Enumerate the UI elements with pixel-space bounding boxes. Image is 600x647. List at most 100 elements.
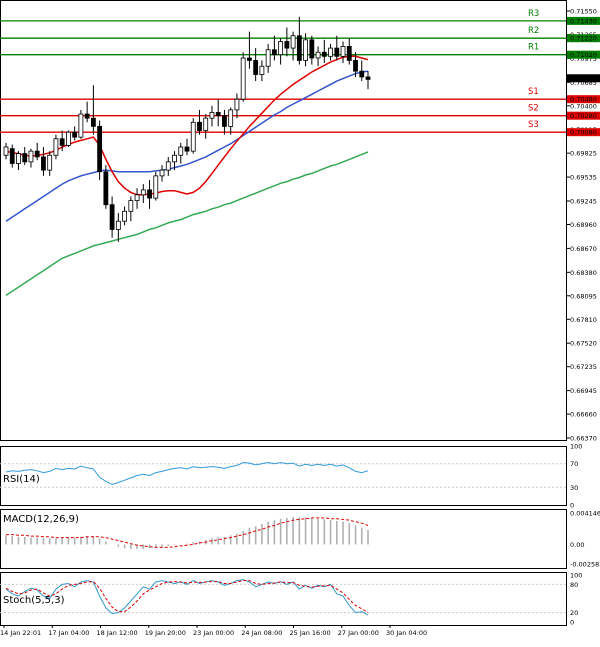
candle-body: [97, 126, 103, 173]
candle-body: [284, 41, 290, 49]
rsi-tick-label: 70: [570, 460, 578, 468]
candle-body: [265, 49, 271, 67]
candle-body: [34, 150, 40, 158]
main-panel-frame: [0, 0, 567, 441]
candle-body: [253, 60, 259, 75]
stoch-label: Stoch(5,5,3): [3, 595, 65, 606]
candle-body: [178, 146, 184, 156]
rsi-label: RSI(14): [3, 474, 40, 485]
candle-body: [328, 47, 333, 57]
candle-body: [290, 35, 296, 49]
candle-body: [53, 138, 59, 156]
candle-body: [278, 41, 284, 56]
rsi-tick-label: 0: [570, 502, 574, 510]
macd-tick-label: 0.00: [570, 541, 584, 549]
moving-average-slow: [5, 151, 369, 297]
macd-label: MACD(12,26,9): [3, 514, 79, 525]
current-price-tag: 0.70734: [570, 75, 597, 83]
candle-body: [47, 154, 53, 171]
macd-tick-label: -0.002585: [570, 561, 600, 569]
y-tick-label: 0.68960: [570, 221, 597, 229]
y-tick-label: 0.66945: [570, 387, 597, 395]
level-label-r3: R3: [528, 9, 539, 19]
level-label-s3: S3: [528, 120, 539, 130]
candle-body: [234, 98, 240, 111]
candle-body: [128, 200, 134, 212]
y-tick-label: 0.68380: [570, 269, 597, 277]
candle-body: [309, 39, 315, 59]
candle-body: [172, 154, 177, 163]
candle-body: [147, 189, 152, 199]
level-label-r2: R2: [528, 26, 539, 36]
x-tick-label: 14 Jan 22:01: [0, 629, 41, 637]
candle-body: [140, 189, 146, 196]
moving-average-fast: [5, 55, 369, 196]
forex-chart: 0.715500.712650.709750.706850.704000.701…: [0, 0, 600, 643]
candle-body: [16, 153, 21, 164]
stoch-panel-frame: [0, 572, 567, 626]
y-tick-label: 0.68095: [570, 292, 597, 300]
candle-body: [209, 111, 215, 119]
rsi-tick-label: 30: [570, 484, 578, 492]
y-tick-label: 0.67235: [570, 363, 597, 371]
candle-body: [115, 220, 121, 230]
candle-body: [84, 113, 90, 119]
x-tick-label: 23 Jan 00:00: [193, 629, 234, 637]
y-tick-label: 0.66660: [570, 411, 597, 419]
y-tick-label: 0.69825: [570, 150, 597, 158]
candle-body: [59, 138, 65, 146]
y-tick-label: 0.67810: [570, 316, 597, 324]
level-label-r1: R1: [528, 43, 539, 53]
candle-body: [247, 57, 252, 61]
candle-body: [228, 109, 234, 127]
candle-body: [103, 171, 109, 206]
candle-body: [334, 47, 340, 57]
x-tick-label: 24 Jan 08:00: [241, 629, 282, 637]
candle-body: [41, 156, 46, 171]
candle-body: [28, 150, 34, 163]
candle-body: [72, 131, 78, 138]
x-tick-label: 30 Jan 04:00: [386, 629, 427, 637]
candle-body: [109, 204, 115, 230]
candle-body: [296, 35, 302, 61]
candle-body: [165, 161, 171, 171]
chart-canvas: 0.715500.712650.709750.706850.704000.701…: [0, 0, 600, 637]
candle-body: [203, 117, 209, 131]
level-price-tag: 0.71430: [570, 17, 597, 25]
candle-body: [184, 146, 190, 152]
candle-body: [66, 131, 71, 146]
candle-body: [134, 194, 140, 201]
x-tick-label: 19 Jan 20:00: [145, 629, 186, 637]
x-tick-label: 18 Jan 12:00: [97, 629, 138, 637]
stoch-tick-label: 80: [570, 581, 578, 589]
candle-body: [321, 51, 327, 57]
candle-body: [346, 46, 352, 61]
candle-body: [215, 111, 221, 117]
macd-tick-label: 0.004146: [570, 510, 600, 518]
y-tick-label: 0.71550: [570, 8, 597, 16]
candle-body: [359, 70, 365, 78]
level-price-tag: 0.70080: [570, 129, 597, 137]
candle-body: [9, 148, 15, 164]
y-tick-label: 0.69535: [570, 174, 597, 182]
x-tick-label: 17 Jan 04:00: [48, 629, 89, 637]
candle-body: [78, 113, 84, 138]
candle-body: [340, 46, 346, 57]
candle-body: [90, 117, 96, 127]
level-price-tag: 0.71220: [570, 35, 597, 43]
level-price-tag: 0.70280: [570, 112, 597, 120]
candle-body: [197, 121, 202, 131]
y-tick-label: 0.67520: [570, 340, 597, 348]
candle-body: [3, 146, 9, 156]
rsi-tick-label: 100: [570, 443, 582, 451]
candle-body: [303, 39, 308, 61]
x-tick-label: 27 Jan 00:00: [338, 629, 379, 637]
candle-body: [315, 51, 321, 59]
level-price-tag: 0.70480: [570, 96, 597, 104]
macd-panel-frame: [0, 509, 567, 569]
candle-body: [22, 153, 28, 163]
rsi-line: [5, 461, 369, 485]
candle-body: [153, 175, 159, 199]
y-tick-label: 0.68670: [570, 245, 597, 253]
level-price-tag: 0.71020: [570, 51, 597, 59]
